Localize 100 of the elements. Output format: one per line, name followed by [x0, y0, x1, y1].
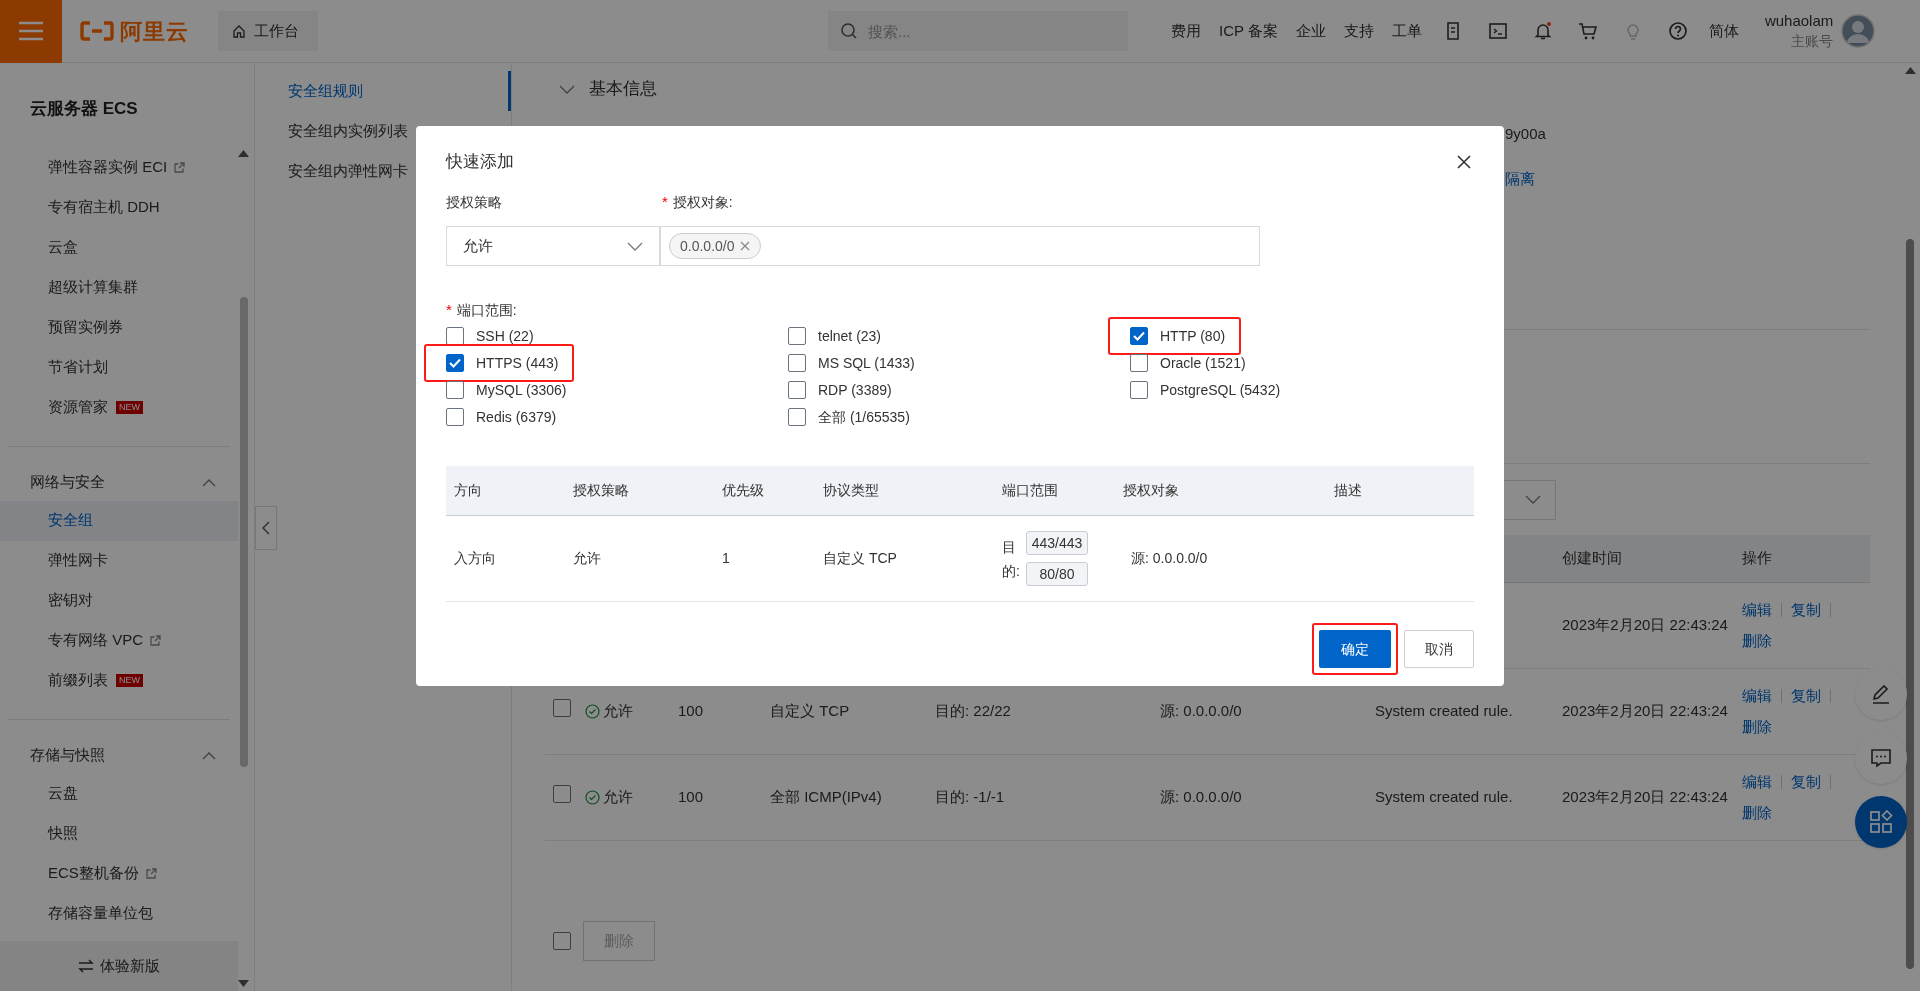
- port-option[interactable]: HTTP (80): [1108, 317, 1242, 355]
- sidebar-item[interactable]: 前缀列表 NEW: [0, 660, 238, 701]
- column-header: 描述: [1334, 481, 1363, 500]
- checkbox[interactable]: [553, 932, 571, 950]
- username[interactable]: wuhaolam: [1764, 11, 1834, 31]
- checkbox-label: RDP (3389): [818, 380, 892, 400]
- language-link[interactable]: 简体: [1700, 19, 1747, 43]
- column-header: 创建时间: [1561, 548, 1623, 569]
- sidebar-item[interactable]: ECS整机备份: [0, 853, 238, 894]
- section-title: 基本信息: [589, 78, 657, 101]
- status-link[interactable]: 隔离: [1505, 167, 1870, 190]
- address-tag[interactable]: 0.0.0.0/0: [669, 233, 761, 259]
- port-tag: 80/80: [1026, 562, 1088, 586]
- sidebar-item[interactable]: 节省计划: [0, 347, 238, 388]
- table-cell: System created rule.: [1375, 788, 1513, 806]
- table-cell: 目的: 22/22: [935, 702, 1011, 720]
- target-input[interactable]: 0.0.0.0/0: [660, 226, 1260, 266]
- sidebar-item[interactable]: 云盘: [0, 773, 238, 814]
- nav-link[interactable]: 支持: [1334, 19, 1383, 43]
- check-circle-icon: [585, 790, 600, 805]
- sidebar-item[interactable]: 专有宿主机 DDH: [0, 187, 238, 228]
- sidebar-item[interactable]: 密钥对: [0, 580, 238, 621]
- logo-icon: [80, 21, 114, 41]
- sidebar-section-header[interactable]: 存储与快照: [0, 737, 238, 774]
- checkbox[interactable]: [553, 785, 571, 804]
- checkbox[interactable]: [788, 327, 806, 345]
- column-header: 方向: [454, 481, 483, 500]
- subnav-tab[interactable]: 安全组规则: [255, 71, 511, 111]
- sidebar-item[interactable]: 快照: [0, 813, 238, 854]
- workbench-button[interactable]: 工作台: [218, 11, 318, 51]
- checkbox[interactable]: [1130, 381, 1148, 399]
- table-cell: 2023年2月20日 22:43:24: [1562, 702, 1728, 720]
- policy-select[interactable]: 允许: [446, 226, 660, 266]
- scrollbar-thumb[interactable]: [1906, 239, 1914, 969]
- menu-button[interactable]: [0, 0, 62, 63]
- checkbox[interactable]: [1130, 354, 1148, 372]
- table-cell-text: 源: 0.0.0.0/0: [1130, 549, 1209, 568]
- menu-icon: [18, 21, 44, 41]
- sidebar-item[interactable]: 弹性容器实例 ECI: [0, 147, 238, 188]
- checkbox-label: 全部 (1/65535): [818, 407, 910, 427]
- checkbox[interactable]: [553, 699, 571, 718]
- scroll-up-icon[interactable]: [1904, 67, 1916, 74]
- checkbox-label: MS SQL (1433): [818, 353, 915, 373]
- sidebar-item[interactable]: 资源管家 NEW: [0, 387, 238, 428]
- apps-button[interactable]: [1855, 796, 1907, 848]
- checkbox[interactable]: [788, 408, 806, 426]
- table-cell: 自定义 TCP: [770, 702, 850, 720]
- table-cell-text: 目的:: [1002, 537, 1018, 581]
- confirm-button[interactable]: 确定: [1319, 630, 1391, 668]
- remove-icon[interactable]: [739, 241, 750, 251]
- swap-icon: [78, 959, 94, 973]
- action-link[interactable]: 编辑: [1742, 771, 1772, 794]
- scroll-down-icon[interactable]: [238, 980, 249, 987]
- checkbox[interactable]: [788, 381, 806, 399]
- field-label: 授权对象:: [672, 192, 733, 212]
- scrollbar-thumb[interactable]: [239, 297, 248, 767]
- action-link[interactable]: 删除: [1742, 715, 1772, 738]
- nav-link[interactable]: 企业: [1286, 19, 1335, 43]
- chevron-icon[interactable]: [559, 84, 575, 94]
- nav-link[interactable]: ICP 备案: [1210, 19, 1287, 43]
- sidebar-section-header[interactable]: 网络与安全: [0, 464, 238, 501]
- action-link[interactable]: 复制: [1791, 599, 1821, 622]
- required-mark: *: [662, 191, 668, 212]
- checkbox[interactable]: [1130, 327, 1148, 345]
- table-cell-text: 自定义 TCP: [823, 549, 898, 568]
- table-cell-text: 入方向: [454, 549, 497, 568]
- action-link[interactable]: 编辑: [1742, 599, 1772, 622]
- action-link[interactable]: 复制: [1791, 771, 1821, 794]
- checkbox-label: telnet (23): [818, 326, 882, 346]
- sidebar-item[interactable]: 安全组: [0, 500, 238, 541]
- cancel-button[interactable]: 取消: [1404, 630, 1474, 668]
- table-cell-text: 允许: [603, 701, 633, 722]
- action-link[interactable]: 删除: [1742, 629, 1772, 652]
- account-type: 主账号: [1791, 32, 1834, 51]
- port-option[interactable]: HTTPS (443): [424, 344, 575, 382]
- action-link[interactable]: 编辑: [1742, 685, 1772, 708]
- column-header: 操作: [1741, 548, 1773, 569]
- table-cell-text: 允许: [573, 549, 602, 568]
- home-icon: [232, 24, 246, 38]
- avatar-icon[interactable]: [1841, 14, 1876, 48]
- checkbox[interactable]: [446, 381, 464, 399]
- switch-version-button[interactable]: 体验新版: [0, 941, 238, 991]
- checkbox[interactable]: [446, 327, 464, 345]
- checkbox-label: Redis (6379): [476, 407, 557, 427]
- checkbox[interactable]: [446, 354, 464, 372]
- table-cell: 全部 ICMP(IPv4): [770, 788, 882, 806]
- checkbox[interactable]: [788, 354, 806, 372]
- table-cell: 源: 0.0.0.0/0: [1160, 702, 1242, 720]
- action-link[interactable]: 复制: [1791, 685, 1821, 708]
- sidebar-item[interactable]: 超级计算集群: [0, 267, 238, 308]
- nav-link[interactable]: 工单: [1382, 19, 1431, 43]
- scroll-up-icon[interactable]: [238, 150, 249, 157]
- checkbox[interactable]: [446, 408, 464, 426]
- action-link[interactable]: 删除: [1742, 801, 1772, 824]
- sidebar-item[interactable]: 存储容量单位包: [0, 893, 238, 934]
- sidebar-item[interactable]: 专有网络 VPC: [0, 620, 238, 661]
- sidebar-item[interactable]: 预留实例券: [0, 307, 238, 348]
- sidebar-item[interactable]: 云盒: [0, 227, 238, 268]
- nav-link[interactable]: 费用: [1162, 19, 1210, 43]
- external-link-icon: [149, 634, 162, 647]
